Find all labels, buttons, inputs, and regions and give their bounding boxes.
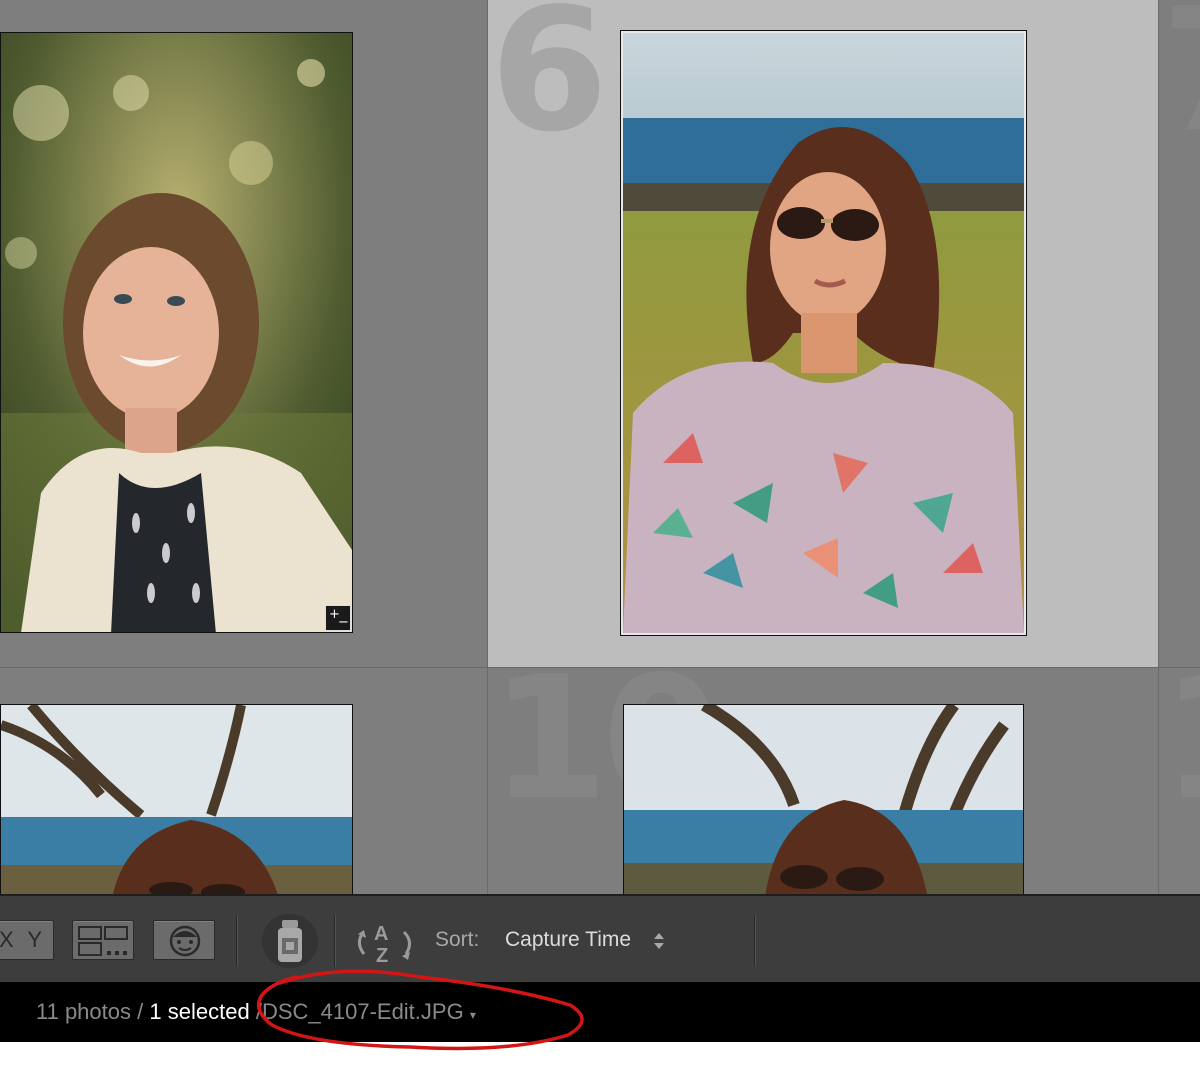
cell-index-number: 6 (490, 0, 608, 170)
chevron-down-icon: ▾ (469, 1008, 476, 1022)
survey-view-icon (78, 926, 128, 956)
grid-cell-selected[interactable]: 6 (488, 0, 1159, 668)
sort-label: Sort: (435, 928, 480, 951)
grid-cell[interactable]: 7 (1159, 0, 1200, 668)
photo-count: 11 photos (36, 999, 132, 1024)
photo-thumbnail[interactable] (0, 704, 353, 894)
grid-cell[interactable]: 10 (488, 668, 1159, 894)
photo-thumbnail-selected[interactable] (620, 30, 1027, 636)
painter-tool-button[interactable] (262, 914, 318, 968)
grid-cell[interactable] (0, 668, 488, 894)
sort-value: Capture Time (505, 928, 632, 951)
grid-view: + − 6 10 (0, 0, 1200, 894)
develop-adjustments-badge-icon[interactable]: + − (325, 605, 351, 631)
chevron-updown-icon (654, 933, 664, 949)
compare-view-button[interactable]: X Y (0, 920, 54, 960)
cell-index-number: 7 (1161, 0, 1200, 156)
photo-thumbnail[interactable]: + − (0, 32, 353, 633)
filmstrip-status-bar: 11 photos / 1 selected /DSC_4107-Edit.JP… (0, 982, 1200, 1042)
current-filename: DSC_4107-Edit.JPG (261, 999, 464, 1024)
toolbar-separator (236, 916, 237, 966)
people-view-button[interactable] (153, 920, 215, 960)
svg-text:A: A (374, 923, 388, 945)
portrait-woman-sunglasses-image (623, 33, 1024, 633)
grid-cell[interactable]: 1 (1159, 668, 1200, 894)
selected-count: 1 selected (149, 999, 250, 1024)
photo-thumbnail[interactable] (623, 704, 1024, 894)
portrait-woman-sea-image (1, 705, 352, 894)
sort-direction-button[interactable]: A Z (352, 916, 420, 967)
face-icon (169, 925, 201, 957)
status-separator: / (137, 999, 144, 1024)
toolbar-separator (754, 916, 755, 966)
sort-dropdown[interactable]: Capture Time (500, 922, 670, 958)
survey-view-button[interactable] (72, 920, 134, 960)
spray-can-icon (278, 920, 302, 962)
compare-view-label: X Y (0, 927, 47, 952)
portrait-smiling-woman-image (1, 33, 352, 632)
cell-index-number: 1 (1161, 668, 1200, 824)
grid-cell[interactable]: + − (0, 0, 488, 668)
portrait-woman-sunglasses-image (624, 705, 1023, 894)
selection-status: 11 photos / 1 selected /DSC_4107-Edit.JP… (36, 999, 476, 1025)
filename-dropdown[interactable]: DSC_4107-Edit.JPG ▾ (262, 999, 476, 1024)
library-toolbar: X Y A Z Sort: Capture Time (0, 894, 1200, 982)
sort-az-icon: A Z (357, 923, 411, 967)
toolbar-separator (334, 916, 335, 966)
svg-text:Z: Z (376, 945, 388, 966)
